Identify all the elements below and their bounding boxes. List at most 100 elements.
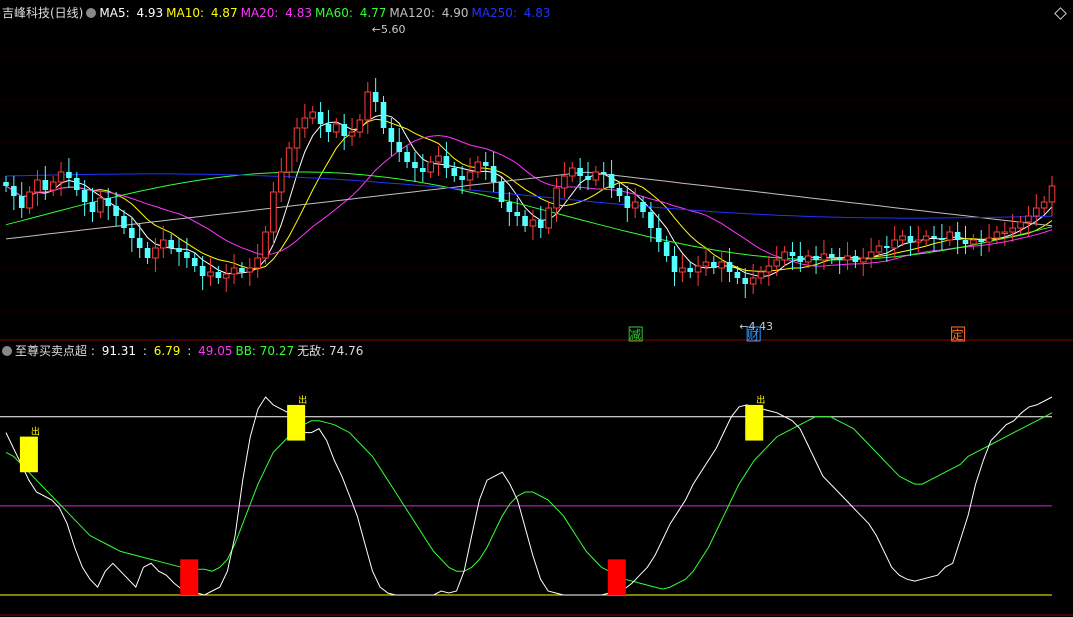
candle[interactable] bbox=[262, 231, 269, 259]
event-tag[interactable]: 定 bbox=[952, 327, 964, 342]
candle[interactable] bbox=[364, 91, 372, 121]
signal-bar[interactable] bbox=[287, 404, 306, 441]
candle[interactable] bbox=[561, 175, 568, 189]
indicator-name[interactable]: 至尊买卖点超 : bbox=[15, 344, 99, 358]
signal-bar[interactable] bbox=[745, 404, 764, 441]
candle[interactable] bbox=[404, 152, 410, 162]
candle[interactable] bbox=[915, 239, 922, 243]
candle[interactable] bbox=[631, 201, 639, 209]
candle[interactable] bbox=[246, 267, 254, 273]
candle[interactable] bbox=[18, 196, 25, 208]
candle[interactable] bbox=[348, 131, 356, 137]
candle[interactable] bbox=[498, 182, 505, 202]
candle[interactable] bbox=[781, 251, 788, 261]
candle[interactable] bbox=[585, 176, 591, 180]
candle[interactable] bbox=[978, 240, 985, 242]
candle[interactable] bbox=[372, 92, 379, 102]
candle[interactable] bbox=[679, 267, 686, 273]
candle[interactable] bbox=[159, 239, 167, 249]
candle[interactable] bbox=[694, 265, 702, 273]
candle[interactable] bbox=[844, 255, 851, 261]
candle[interactable] bbox=[239, 268, 245, 272]
candle[interactable] bbox=[954, 232, 961, 240]
candle[interactable] bbox=[640, 202, 646, 212]
candle[interactable] bbox=[616, 188, 623, 196]
candle[interactable] bbox=[222, 273, 230, 279]
candle[interactable] bbox=[922, 235, 930, 241]
candle[interactable] bbox=[939, 238, 945, 240]
candle[interactable] bbox=[962, 240, 969, 244]
candle[interactable] bbox=[333, 123, 340, 133]
candle[interactable] bbox=[490, 166, 497, 182]
candle[interactable] bbox=[545, 207, 552, 229]
candle[interactable] bbox=[608, 174, 615, 188]
candle[interactable] bbox=[3, 182, 9, 186]
candle[interactable] bbox=[1032, 207, 1040, 217]
candle[interactable] bbox=[875, 245, 883, 253]
candle[interactable] bbox=[993, 231, 1001, 239]
candle[interactable] bbox=[1017, 221, 1024, 229]
candle[interactable] bbox=[726, 262, 733, 272]
candle[interactable] bbox=[215, 272, 222, 278]
candle[interactable] bbox=[522, 216, 528, 226]
candle[interactable] bbox=[293, 127, 301, 149]
candle[interactable] bbox=[317, 112, 324, 124]
candle[interactable] bbox=[648, 212, 654, 228]
candle[interactable] bbox=[466, 171, 474, 181]
candle[interactable] bbox=[734, 272, 741, 278]
candle[interactable] bbox=[121, 216, 127, 228]
candle[interactable] bbox=[891, 239, 899, 249]
candle[interactable] bbox=[388, 128, 395, 142]
candle[interactable] bbox=[325, 124, 332, 132]
candle[interactable] bbox=[230, 267, 238, 275]
candle[interactable] bbox=[42, 180, 49, 190]
candle[interactable] bbox=[931, 236, 937, 238]
candle[interactable] bbox=[73, 178, 80, 190]
candle[interactable] bbox=[899, 235, 906, 241]
candle[interactable] bbox=[773, 259, 781, 267]
candle[interactable] bbox=[199, 266, 206, 276]
candle[interactable] bbox=[129, 228, 135, 238]
candle[interactable] bbox=[711, 262, 717, 268]
candle[interactable] bbox=[985, 237, 993, 243]
candle[interactable] bbox=[191, 258, 198, 266]
candle[interactable] bbox=[34, 179, 41, 193]
candle[interactable] bbox=[577, 168, 583, 176]
candle[interactable] bbox=[687, 268, 694, 272]
candle[interactable] bbox=[624, 196, 631, 208]
candle[interactable] bbox=[600, 172, 607, 174]
candle[interactable] bbox=[301, 117, 309, 129]
candle[interactable] bbox=[49, 181, 57, 191]
candle[interactable] bbox=[474, 161, 482, 173]
candle[interactable] bbox=[828, 254, 835, 258]
candle[interactable] bbox=[427, 161, 434, 173]
event-tag[interactable]: 减 bbox=[629, 328, 641, 342]
candle[interactable] bbox=[1009, 227, 1016, 233]
candle[interactable] bbox=[757, 271, 765, 279]
candle[interactable] bbox=[946, 231, 954, 241]
candle[interactable] bbox=[718, 261, 725, 269]
candle[interactable] bbox=[1048, 185, 1056, 203]
signal-bar[interactable] bbox=[180, 559, 199, 595]
candle[interactable] bbox=[356, 119, 364, 133]
candle[interactable] bbox=[529, 219, 537, 227]
candle[interactable] bbox=[81, 190, 88, 202]
candle[interactable] bbox=[113, 206, 119, 216]
candle[interactable] bbox=[852, 256, 859, 262]
candle[interactable] bbox=[66, 172, 72, 178]
candle[interactable] bbox=[655, 228, 662, 242]
candle[interactable] bbox=[663, 242, 670, 256]
candle[interactable] bbox=[207, 271, 214, 277]
candle[interactable] bbox=[749, 277, 757, 285]
candle[interactable] bbox=[136, 238, 143, 248]
candle[interactable] bbox=[592, 171, 600, 181]
candle[interactable] bbox=[702, 261, 710, 267]
candle[interactable] bbox=[144, 248, 151, 258]
candle[interactable] bbox=[820, 253, 828, 261]
settings-toggle-icon[interactable] bbox=[2, 346, 12, 356]
candle[interactable] bbox=[1025, 215, 1032, 223]
candle[interactable] bbox=[804, 255, 812, 263]
candle[interactable] bbox=[765, 265, 773, 273]
candle[interactable] bbox=[859, 257, 867, 263]
signal-bar[interactable] bbox=[19, 436, 38, 473]
